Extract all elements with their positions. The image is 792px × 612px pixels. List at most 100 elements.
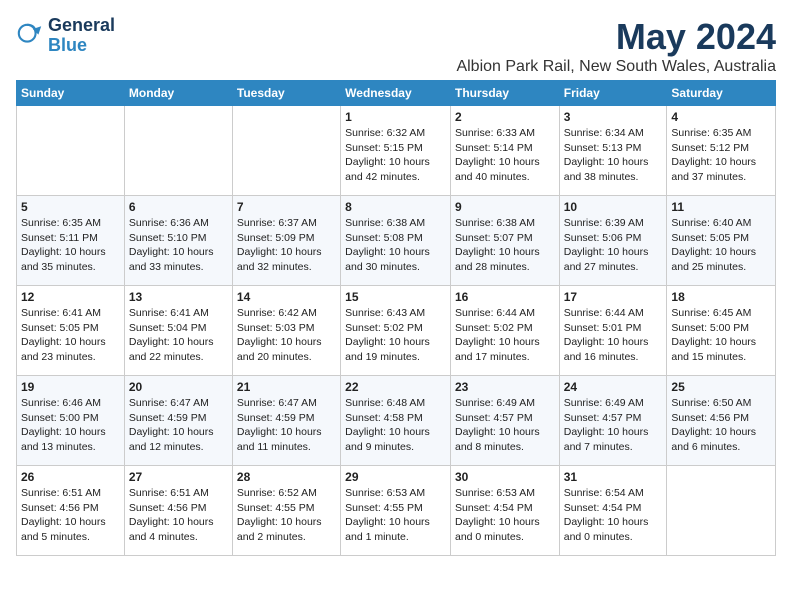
calendar-cell: 18 Sunrise: 6:45 AMSunset: 5:00 PMDayligh… xyxy=(667,286,776,376)
day-info: Sunrise: 6:37 AMSunset: 5:09 PMDaylight:… xyxy=(237,216,336,275)
calendar-week-5: 26 Sunrise: 6:51 AMSunset: 4:56 PMDayligh… xyxy=(17,466,776,556)
day-number: 10 xyxy=(564,200,663,214)
logo-line2: Blue xyxy=(48,36,115,56)
calendar-cell xyxy=(17,106,125,196)
calendar-cell: 6 Sunrise: 6:36 AMSunset: 5:10 PMDaylight… xyxy=(124,196,232,286)
calendar-cell: 2 Sunrise: 6:33 AMSunset: 5:14 PMDaylight… xyxy=(450,106,559,196)
day-info: Sunrise: 6:41 AMSunset: 5:05 PMDaylight:… xyxy=(21,306,120,365)
col-monday: Monday xyxy=(124,81,232,106)
calendar-cell: 22 Sunrise: 6:48 AMSunset: 4:58 PMDayligh… xyxy=(341,376,451,466)
calendar-cell xyxy=(232,106,340,196)
day-number: 24 xyxy=(564,380,663,394)
day-info: Sunrise: 6:43 AMSunset: 5:02 PMDaylight:… xyxy=(345,306,446,365)
day-number: 26 xyxy=(21,470,120,484)
calendar-week-3: 12 Sunrise: 6:41 AMSunset: 5:05 PMDayligh… xyxy=(17,286,776,376)
logo-icon xyxy=(16,22,44,50)
calendar-week-2: 5 Sunrise: 6:35 AMSunset: 5:11 PMDaylight… xyxy=(17,196,776,286)
calendar-cell xyxy=(667,466,776,556)
day-number: 18 xyxy=(671,290,771,304)
day-info: Sunrise: 6:40 AMSunset: 5:05 PMDaylight:… xyxy=(671,216,771,275)
day-number: 31 xyxy=(564,470,663,484)
calendar-header: Sunday Monday Tuesday Wednesday Thursday… xyxy=(17,81,776,106)
logo: General Blue xyxy=(16,16,115,56)
calendar-week-4: 19Sunrise: 6:46 AMSunset: 5:00 PMDayligh… xyxy=(17,376,776,466)
calendar-cell: 10Sunrise: 6:39 AMSunset: 5:06 PMDayligh… xyxy=(559,196,667,286)
day-number: 25 xyxy=(671,380,771,394)
calendar-cell: 3 Sunrise: 6:34 AMSunset: 5:13 PMDaylight… xyxy=(559,106,667,196)
calendar-cell: 27Sunrise: 6:51 AMSunset: 4:56 PMDayligh… xyxy=(124,466,232,556)
day-info: Sunrise: 6:49 AMSunset: 4:57 PMDaylight:… xyxy=(455,396,555,455)
day-info: Sunrise: 6:51 AMSunset: 4:56 PMDaylight:… xyxy=(21,486,120,545)
day-number: 22 xyxy=(345,380,446,394)
day-number: 2 xyxy=(455,110,555,124)
calendar-body: 1Sunrise: 6:32 AMSunset: 5:15 PMDaylight… xyxy=(17,106,776,556)
col-wednesday: Wednesday xyxy=(341,81,451,106)
calendar-week-1: 1Sunrise: 6:32 AMSunset: 5:15 PMDaylight… xyxy=(17,106,776,196)
day-info: Sunrise: 6:38 AMSunset: 5:07 PMDaylight:… xyxy=(455,216,555,275)
header: General Blue May 2024 Albion Park Rail, … xyxy=(16,16,776,76)
day-info: Sunrise: 6:36 AMSunset: 5:10 PMDaylight:… xyxy=(129,216,228,275)
col-tuesday: Tuesday xyxy=(232,81,340,106)
day-number: 15 xyxy=(345,290,446,304)
day-number: 21 xyxy=(237,380,336,394)
calendar-cell: 24 Sunrise: 6:49 AMSunset: 4:57 PMDayligh… xyxy=(559,376,667,466)
logo-text: General Blue xyxy=(48,16,115,56)
day-info: Sunrise: 6:52 AMSunset: 4:55 PMDaylight:… xyxy=(237,486,336,545)
day-number: 11 xyxy=(671,200,771,214)
col-thursday: Thursday xyxy=(450,81,559,106)
day-number: 3 xyxy=(564,110,663,124)
day-number: 17 xyxy=(564,290,663,304)
calendar-cell: 29 Sunrise: 6:53 AMSunset: 4:55 PMDayligh… xyxy=(341,466,451,556)
day-info: Sunrise: 6:47 AMSunset: 4:59 PMDaylight:… xyxy=(237,396,336,455)
header-row: Sunday Monday Tuesday Wednesday Thursday… xyxy=(17,81,776,106)
day-info: Sunrise: 6:35 AMSunset: 5:11 PMDaylight:… xyxy=(21,216,120,275)
day-info: Sunrise: 6:49 AMSunset: 4:57 PMDaylight:… xyxy=(564,396,663,455)
day-number: 12 xyxy=(21,290,120,304)
day-info: Sunrise: 6:35 AMSunset: 5:12 PMDaylight:… xyxy=(671,126,771,185)
day-info: Sunrise: 6:47 AMSunset: 4:59 PMDaylight:… xyxy=(129,396,228,455)
col-saturday: Saturday xyxy=(667,81,776,106)
subtitle: Albion Park Rail, New South Wales, Austr… xyxy=(456,58,776,76)
day-info: Sunrise: 6:38 AMSunset: 5:08 PMDaylight:… xyxy=(345,216,446,275)
calendar-cell: 28 Sunrise: 6:52 AMSunset: 4:55 PMDayligh… xyxy=(232,466,340,556)
day-info: Sunrise: 6:44 AMSunset: 5:02 PMDaylight:… xyxy=(455,306,555,365)
day-info: Sunrise: 6:45 AMSunset: 5:00 PMDaylight:… xyxy=(671,306,771,365)
col-sunday: Sunday xyxy=(17,81,125,106)
day-number: 6 xyxy=(129,200,228,214)
day-number: 13 xyxy=(129,290,228,304)
calendar-cell: 20Sunrise: 6:47 AMSunset: 4:59 PMDayligh… xyxy=(124,376,232,466)
day-number: 29 xyxy=(345,470,446,484)
day-info: Sunrise: 6:53 AMSunset: 4:55 PMDaylight:… xyxy=(345,486,446,545)
calendar-cell xyxy=(124,106,232,196)
calendar-cell: 21 Sunrise: 6:47 AMSunset: 4:59 PMDayligh… xyxy=(232,376,340,466)
calendar-table: Sunday Monday Tuesday Wednesday Thursday… xyxy=(16,80,776,556)
day-info: Sunrise: 6:51 AMSunset: 4:56 PMDaylight:… xyxy=(129,486,228,545)
col-friday: Friday xyxy=(559,81,667,106)
calendar-cell: 26 Sunrise: 6:51 AMSunset: 4:56 PMDayligh… xyxy=(17,466,125,556)
day-info: Sunrise: 6:32 AMSunset: 5:15 PMDaylight:… xyxy=(345,126,446,185)
calendar-cell: 4Sunrise: 6:35 AMSunset: 5:12 PMDaylight… xyxy=(667,106,776,196)
day-number: 19 xyxy=(21,380,120,394)
calendar-cell: 11 Sunrise: 6:40 AMSunset: 5:05 PMDayligh… xyxy=(667,196,776,286)
calendar-cell: 8Sunrise: 6:38 AMSunset: 5:08 PMDaylight… xyxy=(341,196,451,286)
calendar-cell: 15 Sunrise: 6:43 AMSunset: 5:02 PMDayligh… xyxy=(341,286,451,376)
day-number: 28 xyxy=(237,470,336,484)
main-title: May 2024 xyxy=(456,16,776,58)
day-info: Sunrise: 6:33 AMSunset: 5:14 PMDaylight:… xyxy=(455,126,555,185)
calendar-cell: 19Sunrise: 6:46 AMSunset: 5:00 PMDayligh… xyxy=(17,376,125,466)
day-number: 14 xyxy=(237,290,336,304)
day-number: 7 xyxy=(237,200,336,214)
day-info: Sunrise: 6:48 AMSunset: 4:58 PMDaylight:… xyxy=(345,396,446,455)
day-info: Sunrise: 6:44 AMSunset: 5:01 PMDaylight:… xyxy=(564,306,663,365)
calendar-cell: 5 Sunrise: 6:35 AMSunset: 5:11 PMDaylight… xyxy=(17,196,125,286)
day-number: 5 xyxy=(21,200,120,214)
day-number: 30 xyxy=(455,470,555,484)
calendar-cell: 14Sunrise: 6:42 AMSunset: 5:03 PMDayligh… xyxy=(232,286,340,376)
day-info: Sunrise: 6:50 AMSunset: 4:56 PMDaylight:… xyxy=(671,396,771,455)
day-info: Sunrise: 6:34 AMSunset: 5:13 PMDaylight:… xyxy=(564,126,663,185)
day-info: Sunrise: 6:54 AMSunset: 4:54 PMDaylight:… xyxy=(564,486,663,545)
day-number: 9 xyxy=(455,200,555,214)
calendar-cell: 23Sunrise: 6:49 AMSunset: 4:57 PMDayligh… xyxy=(450,376,559,466)
calendar-cell: 13Sunrise: 6:41 AMSunset: 5:04 PMDayligh… xyxy=(124,286,232,376)
calendar-cell: 7 Sunrise: 6:37 AMSunset: 5:09 PMDaylight… xyxy=(232,196,340,286)
